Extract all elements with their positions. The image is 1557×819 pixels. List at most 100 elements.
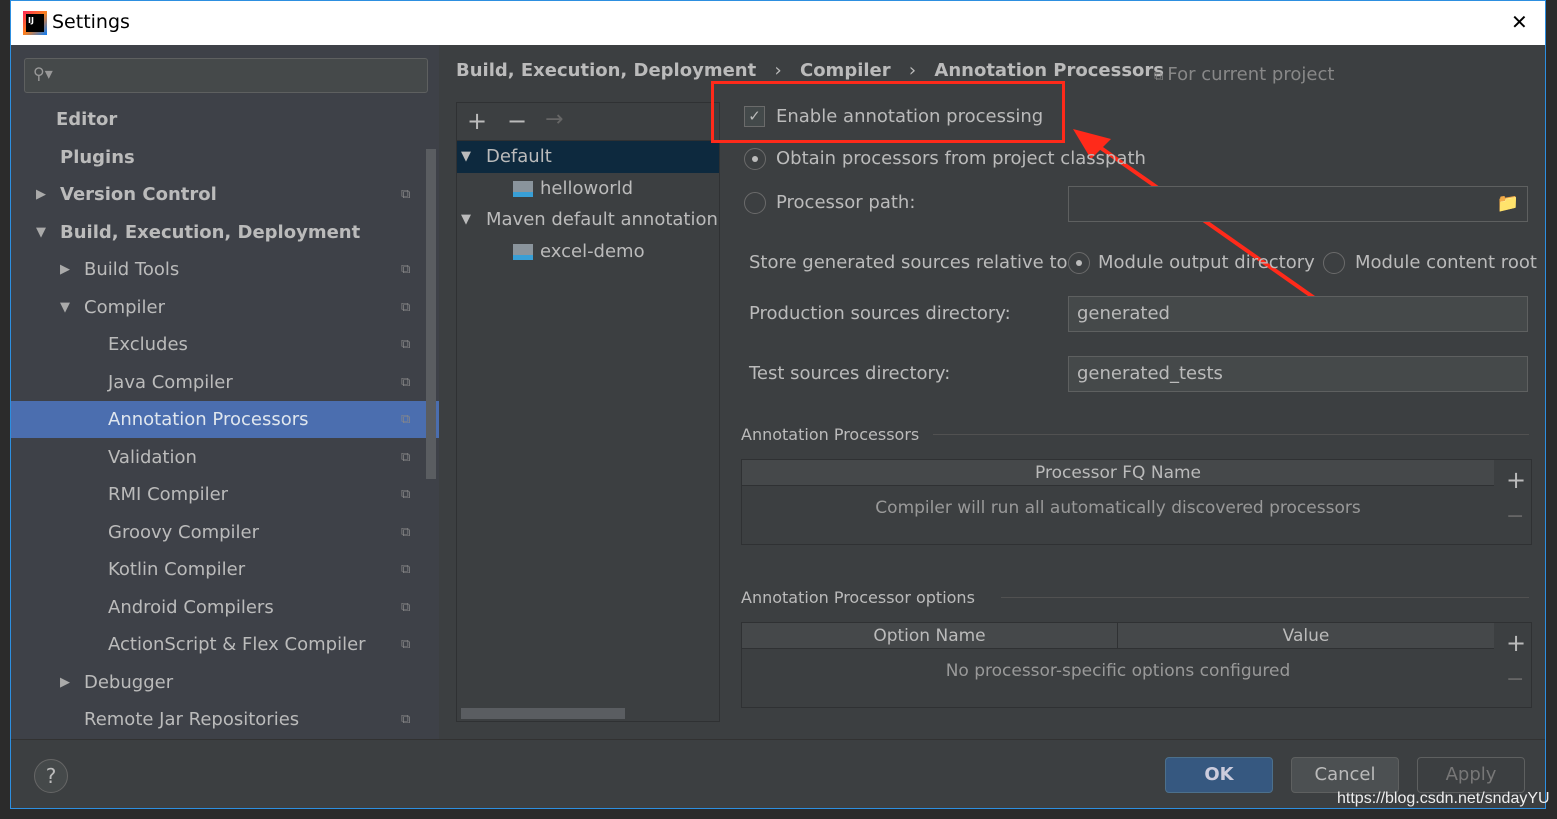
test-value: generated_tests bbox=[1077, 363, 1223, 384]
title-bar: IJ Settings ✕ bbox=[11, 1, 1545, 45]
collapse-icon[interactable]: ▼ bbox=[461, 204, 471, 235]
module-folder-icon bbox=[513, 243, 533, 260]
sidebar-item-label: RMI Compiler bbox=[108, 484, 229, 505]
add-processor-icon[interactable]: + bbox=[1506, 466, 1526, 494]
window-title: Settings bbox=[52, 11, 130, 33]
sidebar-item[interactable]: Android Compilers ⧉ bbox=[11, 589, 439, 626]
processors-section-title: Annotation Processors bbox=[741, 425, 920, 444]
processor-path-field[interactable]: 📁 bbox=[1068, 186, 1528, 222]
tree-item-label: excel-demo bbox=[540, 240, 645, 262]
close-icon[interactable]: ✕ bbox=[1511, 10, 1528, 34]
sidebar-item[interactable]: Annotation Processors ⧉ bbox=[11, 401, 439, 438]
sidebar-item[interactable]: ▼ Build, Execution, Deployment bbox=[11, 214, 439, 251]
sidebar-item[interactable]: Plugins bbox=[11, 139, 439, 176]
sidebar-item[interactable]: ▼ Compiler ⧉ bbox=[11, 289, 439, 326]
sidebar-item[interactable]: Groovy Compiler ⧉ bbox=[11, 514, 439, 551]
expand-icon[interactable]: ▶ bbox=[60, 251, 70, 288]
processors-table: Processor FQ Name Compiler will run all … bbox=[741, 459, 1532, 545]
options-empty-text: No processor-specific options configured bbox=[945, 661, 1291, 681]
sidebar-item-label: Android Compilers bbox=[108, 596, 274, 618]
collapse-icon[interactable]: ▼ bbox=[461, 141, 471, 172]
sidebar-item-label: Groovy Compiler bbox=[108, 521, 260, 543]
prod-label: Production sources directory: bbox=[749, 303, 1011, 324]
project-scope-icon: ⧉ bbox=[401, 262, 411, 277]
sidebar-item-label: Debugger bbox=[84, 671, 174, 693]
tree-toolbar: + − → bbox=[457, 103, 719, 141]
sidebar-item-label: Plugins bbox=[60, 146, 135, 168]
sidebar-item-label: Build Tools bbox=[84, 259, 180, 280]
obtain-label: Obtain processors from project classpath bbox=[776, 148, 1146, 169]
tree-item[interactable]: excel-demo bbox=[457, 236, 719, 268]
prod-value: generated bbox=[1077, 303, 1170, 324]
add-option-icon[interactable]: + bbox=[1506, 629, 1526, 657]
sidebar-item-label: Annotation Processors bbox=[108, 409, 309, 430]
sidebar-item[interactable]: Java Compiler ⧉ bbox=[11, 364, 439, 401]
sidebar-item[interactable]: Validation ⧉ bbox=[11, 439, 439, 476]
remove-processor-icon[interactable]: − bbox=[1506, 504, 1524, 529]
watermark: https://blog.csdn.net/sndayYU bbox=[1337, 790, 1550, 807]
sidebar-item[interactable]: Kotlin Compiler ⧉ bbox=[11, 551, 439, 588]
expand-icon[interactable]: ▶ bbox=[36, 176, 46, 213]
path-label: Processor path: bbox=[776, 192, 916, 213]
tree-item-label: Default bbox=[486, 146, 552, 167]
project-scope-icon: ⧉ bbox=[401, 299, 411, 315]
tree-scrollbar[interactable] bbox=[461, 708, 625, 719]
sidebar-item[interactable]: Editor bbox=[11, 101, 439, 138]
sidebar-item-label: Excludes bbox=[108, 334, 188, 355]
sidebar-item-label: Compiler bbox=[84, 296, 166, 318]
sidebar-item-label: Version Control bbox=[60, 184, 217, 205]
module-content-label: Module content root bbox=[1355, 252, 1537, 273]
collapse-icon[interactable]: ▼ bbox=[36, 214, 46, 251]
ok-button[interactable]: OK bbox=[1165, 757, 1273, 793]
module-output-radio[interactable] bbox=[1068, 252, 1090, 274]
copy-icon: ⧉ bbox=[1154, 69, 1168, 84]
search-field[interactable] bbox=[65, 63, 415, 87]
option-name-header[interactable]: Option Name bbox=[742, 623, 1118, 648]
value-header[interactable]: Value bbox=[1118, 623, 1494, 648]
project-scope-icon: ⧉ bbox=[401, 412, 411, 427]
sidebar-item[interactable]: ▶ Build Tools ⧉ bbox=[11, 251, 439, 288]
sidebar-item-label: ActionScript & Flex Compiler bbox=[108, 634, 366, 655]
cancel-button[interactable]: Cancel bbox=[1291, 757, 1399, 793]
project-scope-icon: ⧉ bbox=[401, 337, 411, 352]
sidebar-item-label: Java Compiler bbox=[108, 371, 233, 393]
processor-fq-header[interactable]: Processor FQ Name bbox=[742, 460, 1494, 486]
move-icon[interactable]: → bbox=[545, 107, 563, 132]
sidebar-item[interactable]: Excludes ⧉ bbox=[11, 326, 439, 363]
project-scope-icon: ⧉ bbox=[401, 524, 411, 540]
breadcrumb-item[interactable]: Compiler bbox=[800, 60, 891, 81]
folder-icon[interactable]: 📁 bbox=[1497, 187, 1519, 221]
tree-item-label: helloworld bbox=[540, 177, 634, 199]
sidebar-item[interactable]: Remote Jar Repositories ⧉ bbox=[11, 701, 439, 738]
search-input[interactable]: ⚲▾ bbox=[24, 58, 428, 93]
tree-item[interactable]: ▼ Default bbox=[457, 141, 719, 173]
breadcrumb-item: Annotation Processors bbox=[934, 60, 1165, 81]
module-content-radio[interactable] bbox=[1323, 252, 1345, 274]
sidebar-scrollbar[interactable] bbox=[426, 149, 436, 479]
options-section-title: Annotation Processor options bbox=[741, 588, 975, 607]
processor-path-radio[interactable] bbox=[744, 192, 766, 214]
obtain-processors-radio[interactable] bbox=[744, 148, 766, 170]
remove-icon[interactable]: − bbox=[507, 107, 527, 135]
expand-icon[interactable]: ▶ bbox=[60, 664, 70, 701]
collapse-icon[interactable]: ▼ bbox=[60, 289, 70, 326]
production-dir-field[interactable]: generated bbox=[1068, 296, 1528, 332]
breadcrumb-item[interactable]: Build, Execution, Deployment bbox=[456, 60, 756, 81]
sidebar-item[interactable]: ▶ Debugger bbox=[11, 664, 439, 701]
apply-button[interactable]: Apply bbox=[1417, 757, 1525, 793]
tree-item[interactable]: ▼ Maven default annotation p bbox=[457, 204, 719, 236]
annotation-highlight-box bbox=[711, 81, 1065, 143]
remove-option-icon[interactable]: − bbox=[1506, 667, 1524, 692]
project-scope-icon: ⧉ bbox=[401, 374, 411, 390]
add-icon[interactable]: + bbox=[467, 107, 487, 135]
tree-item-label: Maven default annotation p bbox=[486, 209, 719, 230]
tree-item[interactable]: helloworld bbox=[457, 173, 719, 205]
search-icon: ⚲▾ bbox=[33, 64, 53, 83]
sidebar-item[interactable]: RMI Compiler ⧉ bbox=[11, 476, 439, 513]
scope-text: For current project bbox=[1167, 64, 1335, 85]
sidebar-item[interactable]: ▶ Version Control ⧉ bbox=[11, 176, 439, 213]
help-button[interactable]: ? bbox=[34, 759, 68, 793]
sidebar-item[interactable]: ActionScript & Flex Compiler ⧉ bbox=[11, 626, 439, 663]
project-scope-icon: ⧉ bbox=[401, 562, 411, 577]
test-dir-field[interactable]: generated_tests bbox=[1068, 356, 1528, 392]
